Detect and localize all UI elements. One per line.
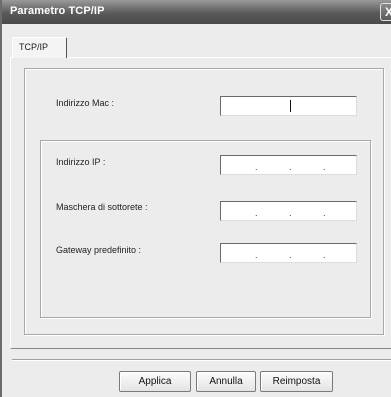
ip-octet-separator: . bbox=[323, 162, 326, 172]
ip-address-field[interactable]: . . . bbox=[220, 155, 357, 175]
close-button[interactable]: X bbox=[380, 3, 391, 21]
cancel-button[interactable]: Annulla bbox=[196, 371, 256, 392]
tcpip-settings-window: Parametro TCP/IP X TCP/IP Indirizzo Mac … bbox=[0, 0, 391, 397]
subnet-octet-separator: . bbox=[323, 208, 326, 218]
default-gateway-field[interactable]: . . . bbox=[220, 243, 357, 263]
subnet-mask-field[interactable]: . . . bbox=[220, 201, 357, 221]
window-title: Parametro TCP/IP bbox=[10, 5, 105, 17]
close-icon: X bbox=[385, 5, 391, 19]
mac-address-field[interactable] bbox=[220, 96, 357, 116]
footer-divider bbox=[12, 359, 391, 361]
mac-address-label: Indirizzo Mac : bbox=[56, 98, 115, 108]
title-bar[interactable]: Parametro TCP/IP X bbox=[2, 0, 391, 24]
tab-tcpip-label: TCP/IP bbox=[19, 42, 49, 52]
ip-octet-separator: . bbox=[255, 162, 258, 172]
apply-button[interactable]: Applica bbox=[119, 371, 191, 392]
subnet-mask-label: Maschera di sottorete : bbox=[56, 202, 148, 212]
gateway-octet-separator: . bbox=[289, 250, 292, 260]
default-gateway-label: Gateway predefinito : bbox=[56, 245, 142, 255]
ip-octet-separator: . bbox=[289, 162, 292, 172]
ip-address-label: Indirizzo IP : bbox=[56, 157, 106, 167]
reset-button[interactable]: Reimposta bbox=[260, 371, 333, 392]
gateway-octet-separator: . bbox=[323, 250, 326, 260]
text-cursor bbox=[290, 100, 291, 112]
gateway-octet-separator: . bbox=[255, 250, 258, 260]
subnet-octet-separator: . bbox=[255, 208, 258, 218]
subnet-octet-separator: . bbox=[289, 208, 292, 218]
tab-tcpip[interactable]: TCP/IP bbox=[12, 37, 67, 58]
